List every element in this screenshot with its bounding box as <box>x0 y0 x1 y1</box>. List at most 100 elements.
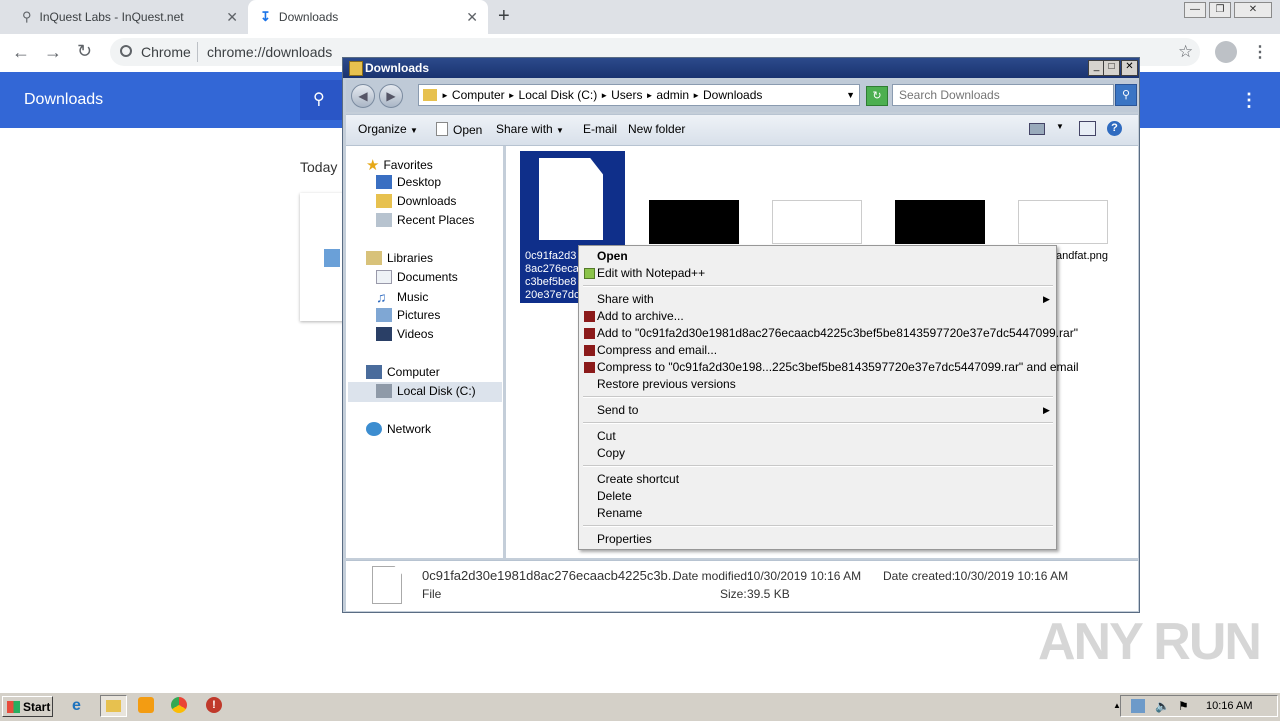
nav-network[interactable]: Network <box>366 422 431 436</box>
close-icon[interactable]: ✕ <box>226 9 238 26</box>
open-label: Open <box>453 123 483 137</box>
close-icon[interactable]: ✕ <box>466 9 478 26</box>
close-window-button[interactable]: ✕ <box>1234 2 1272 18</box>
back-icon[interactable]: ← <box>12 42 30 63</box>
menu-item-add-archive[interactable]: Add to archive... <box>597 309 684 323</box>
menu-item-send-to[interactable]: Send to <box>597 403 638 417</box>
profile-avatar-icon[interactable] <box>1215 41 1237 63</box>
nav-music[interactable]: ♫ Music <box>376 289 428 305</box>
minimize-button[interactable]: — <box>1184 2 1206 18</box>
chevron-down-icon[interactable]: ▼ <box>1056 122 1064 131</box>
nav-label: Libraries <box>387 251 434 265</box>
forward-icon[interactable]: ▶ <box>379 84 403 108</box>
chrome-taskbar-icon[interactable] <box>171 697 191 715</box>
chevron-right-icon[interactable]: ► <box>692 91 700 100</box>
maximize-button[interactable]: □ <box>1103 60 1120 76</box>
menu-separator <box>583 422 1053 424</box>
chevron-down-icon[interactable]: ▼ <box>846 90 855 100</box>
downloads-folder-icon <box>376 194 392 208</box>
breadcrumb-admin[interactable]: admin <box>656 88 689 102</box>
menu-item-cut[interactable]: Cut <box>597 429 616 443</box>
menu-item-restore-versions[interactable]: Restore previous versions <box>597 377 736 391</box>
downloads-search-button[interactable]: ⚲ <box>300 80 342 120</box>
menu-separator <box>583 285 1053 287</box>
share-with-button[interactable]: Share with ▼ <box>496 122 564 136</box>
file-thumbnail[interactable] <box>1018 200 1108 244</box>
nav-computer[interactable]: Computer <box>366 365 440 379</box>
menu-item-create-shortcut[interactable]: Create shortcut <box>597 472 679 486</box>
nav-downloads[interactable]: Downloads <box>376 194 456 208</box>
menu-item-delete[interactable]: Delete <box>597 489 632 503</box>
menu-item-edit-notepad[interactable]: Edit with Notepad++ <box>597 266 705 280</box>
nav-favorites[interactable]: ★ Favorites <box>366 156 433 174</box>
menu-item-compress-to-email[interactable]: Compress to "0c91fa2d30e198...225c3bef5b… <box>597 360 1079 374</box>
nav-libraries[interactable]: Libraries <box>366 251 433 265</box>
nav-pictures[interactable]: Pictures <box>376 308 440 322</box>
preview-pane-icon[interactable] <box>1079 121 1096 136</box>
file-thumbnail[interactable] <box>895 200 985 244</box>
reload-icon[interactable]: ↻ <box>77 41 92 62</box>
file-icon <box>436 122 448 136</box>
volume-icon[interactable]: 🔈 <box>1155 699 1170 713</box>
close-window-button[interactable]: ✕ <box>1121 60 1138 76</box>
new-folder-button[interactable]: New folder <box>628 122 685 136</box>
back-icon[interactable]: ◀ <box>351 84 375 108</box>
stop-sign-icon[interactable]: ! <box>206 697 226 715</box>
start-button[interactable]: Start <box>2 696 53 717</box>
nav-recent-places[interactable]: Recent Places <box>376 213 474 227</box>
chevron-right-icon[interactable]: ► <box>645 91 653 100</box>
section-heading-today: Today <box>300 159 338 175</box>
menu-item-share-with[interactable]: Share with <box>597 292 654 306</box>
help-icon[interactable]: ? <box>1107 121 1122 136</box>
forward-icon[interactable]: → <box>44 42 62 63</box>
taskbar-clock[interactable]: 10:16 AM <box>1206 700 1252 712</box>
menu-item-rename[interactable]: Rename <box>597 506 642 520</box>
organize-button[interactable]: Organize ▼ <box>358 122 418 136</box>
email-button[interactable]: E-mail <box>583 122 617 136</box>
media-player-icon[interactable] <box>138 697 158 715</box>
menu-item-add-to-rar[interactable]: Add to "0c91fa2d30e1981d8ac276ecaacb4225… <box>597 326 1078 340</box>
nav-label: Computer <box>387 365 440 379</box>
computer-icon <box>366 365 382 379</box>
chrome-menu-icon[interactable]: ⋮ <box>1252 42 1268 62</box>
internet-explorer-icon[interactable]: e <box>72 697 92 715</box>
search-icon[interactable]: ⚲ <box>1115 84 1137 106</box>
tab-inquest[interactable]: ⚲ InQuest Labs - InQuest.net ✕ <box>8 0 248 34</box>
explorer-taskbar-button[interactable] <box>100 695 127 717</box>
file-name[interactable]: andfat.png <box>1056 250 1108 262</box>
nav-documents[interactable]: Documents <box>376 270 458 284</box>
search-input[interactable] <box>892 84 1114 106</box>
chevron-right-icon[interactable]: ► <box>441 91 449 100</box>
restore-button[interactable]: ❐ <box>1209 2 1231 18</box>
new-tab-button[interactable]: + <box>498 5 510 28</box>
flag-icon[interactable]: ⚑ <box>1178 699 1189 713</box>
star-icon[interactable]: ☆ <box>1178 42 1193 62</box>
breadcrumb-local-disk[interactable]: Local Disk (C:) <box>519 88 598 102</box>
breadcrumb-computer[interactable]: Computer <box>452 88 505 102</box>
downloads-menu-icon[interactable]: ⋮ <box>1240 90 1258 111</box>
nav-label: Videos <box>397 327 434 341</box>
omnibox-url[interactable]: chrome://downloads <box>207 44 332 60</box>
nav-desktop[interactable]: Desktop <box>376 175 441 189</box>
nav-local-disk[interactable]: Local Disk (C:) <box>376 384 476 398</box>
videos-icon <box>376 327 392 341</box>
open-button[interactable]: Open <box>436 122 482 137</box>
menu-item-open[interactable]: Open <box>597 249 628 263</box>
file-thumbnail[interactable] <box>772 200 862 244</box>
menu-item-properties[interactable]: Properties <box>597 532 652 546</box>
tab-downloads[interactable]: ↧ Downloads ✕ <box>248 0 488 34</box>
nav-videos[interactable]: Videos <box>376 327 433 341</box>
chevron-right-icon[interactable]: ► <box>600 91 608 100</box>
menu-item-copy[interactable]: Copy <box>597 446 625 460</box>
breadcrumb[interactable]: ► Computer ► Local Disk (C:) ► Users ► a… <box>418 84 860 106</box>
refresh-icon[interactable]: ↻ <box>866 86 888 106</box>
breadcrumb-downloads[interactable]: Downloads <box>703 88 762 102</box>
view-icon[interactable] <box>1029 123 1045 135</box>
tray-expand-icon[interactable]: ▲ <box>1113 701 1121 710</box>
file-thumbnail[interactable] <box>649 200 739 244</box>
network-tray-icon[interactable] <box>1131 699 1145 713</box>
breadcrumb-users[interactable]: Users <box>611 88 642 102</box>
file-name-text: 0c91fa2d3 8ac276eca c3bef5be8 20e37e7dc <box>525 250 580 301</box>
chevron-right-icon[interactable]: ► <box>508 91 516 100</box>
menu-item-compress-email[interactable]: Compress and email... <box>597 343 717 357</box>
